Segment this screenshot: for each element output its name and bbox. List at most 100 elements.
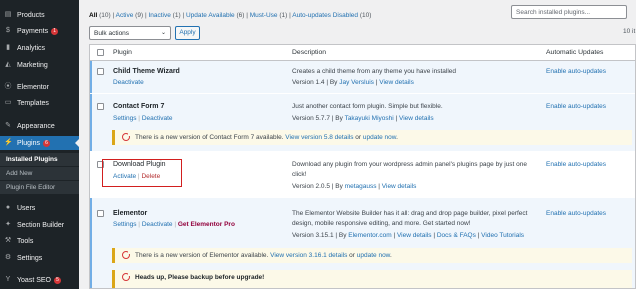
section-builder-icon: ✦ — [5, 221, 11, 228]
enable-auto-updates-link[interactable]: Enable auto-updates — [546, 210, 606, 217]
highlight-box — [102, 159, 182, 187]
row-actions: Deactivate — [113, 79, 144, 86]
plugin-name: Child Theme Wizard — [113, 68, 180, 75]
plugin-description: Just another contact form plugin. Simple… — [292, 103, 443, 110]
column-automatic-updates: Automatic Updates — [546, 49, 604, 56]
plugin-name: Elementor — [113, 210, 148, 217]
submenu-installed-plugins[interactable]: Installed Plugins — [0, 153, 79, 166]
sidebar-item-settings[interactable]: ⚙ Settings — [0, 251, 79, 265]
plugin-version: Version 2.0.5 | By metagauss | View deta… — [292, 183, 417, 190]
view-details-link[interactable]: View details — [399, 115, 434, 122]
enable-auto-updates-link[interactable]: Enable auto-updates — [546, 103, 606, 110]
search-input[interactable]: Search installed plugins... — [511, 5, 627, 19]
plugins-icon: ⚡ — [4, 139, 13, 146]
submenu-plugin-file-editor[interactable]: Plugin File Editor — [0, 181, 79, 194]
sidebar-item-plugins[interactable]: ⚡ Plugins 6 — [0, 136, 79, 150]
deactivate-link[interactable]: Deactivate — [142, 115, 173, 122]
view-details-link[interactable]: View details — [397, 232, 432, 239]
filter-inactive[interactable]: Inactive — [148, 12, 170, 19]
analytics-icon: ▮ — [6, 44, 10, 51]
row-checkbox[interactable] — [97, 103, 104, 110]
update-notice: There is a new version of Contact Form 7… — [112, 130, 632, 145]
sidebar-item-section-builder[interactable]: ✦ Section Builder — [0, 218, 79, 232]
marketing-icon: ◭ — [5, 61, 11, 68]
filter-auto-updates-disabled[interactable]: Auto-updates Disabled — [292, 12, 358, 19]
enable-auto-updates-link[interactable]: Enable auto-updates — [546, 161, 606, 168]
select-all-checkbox[interactable] — [97, 49, 104, 56]
update-badge: 5 — [54, 276, 61, 284]
get-elementor-pro-link[interactable]: Get Elementor Pro — [178, 221, 235, 228]
author-link[interactable]: Takayuki Miyoshi — [345, 115, 394, 122]
update-icon — [122, 133, 131, 141]
view-details-link[interactable]: View details — [382, 183, 417, 190]
templates-icon: ▭ — [4, 99, 12, 106]
docs-faqs-link[interactable]: Docs & FAQs — [437, 232, 476, 239]
bulk-actions-select[interactable]: Bulk actions ⌄ — [89, 26, 171, 40]
sidebar-item-elementor[interactable]: ⦿ Elementor — [0, 80, 79, 94]
update-icon — [122, 273, 131, 281]
appearance-icon: ✎ — [5, 122, 11, 129]
sidebar-item-yoast-seo[interactable]: Y Yoast SEO 5 — [0, 273, 79, 287]
current-menu-arrow — [75, 139, 79, 147]
plugin-version: Version 5.7.7 | By Takayuki Miyoshi | Vi… — [292, 115, 434, 122]
update-now-link[interactable]: update now — [357, 252, 390, 259]
plugin-description: The Elementor Website Builder has it all… — [292, 210, 528, 227]
upgrade-warning-notice: Heads up, Please backup before upgrade! — [112, 270, 632, 288]
view-version-details-link[interactable]: View version 3.16.1 details — [270, 252, 347, 259]
plugin-name: Contact Form 7 — [113, 103, 165, 110]
tools-icon: ⚒ — [4, 237, 12, 244]
sidebar-item-users[interactable]: ● Users — [0, 201, 79, 215]
update-icon — [122, 251, 131, 259]
plugin-row-child-theme-wizard: Child Theme Wizard Deactivate Creates a … — [90, 61, 635, 93]
row-actions: Settings | Deactivate | Get Elementor Pr… — [113, 221, 235, 228]
author-link[interactable]: metagauss — [345, 183, 377, 190]
author-link[interactable]: Jay Versluis — [339, 79, 374, 86]
view-version-details-link[interactable]: View version 5.8 details — [285, 134, 353, 141]
row-checkbox[interactable] — [97, 210, 104, 217]
plugin-row-elementor: Elementor Settings | Deactivate | Get El… — [90, 198, 635, 288]
update-now-link[interactable]: update now — [363, 134, 396, 141]
filter-active[interactable]: Active — [116, 12, 134, 19]
payments-icon: $ — [6, 27, 10, 34]
submenu-add-new[interactable]: Add New — [0, 167, 79, 180]
plugin-status-filters: All (10) | Active (9) | Inactive (1) | U… — [89, 12, 372, 19]
plugin-version: Version 3.15.1 | By Elementor.com | View… — [292, 232, 525, 239]
filter-update-available[interactable]: Update Available — [186, 12, 235, 19]
elementor-icon: ⦿ — [4, 83, 12, 90]
sidebar-item-products[interactable]: ▤ Products — [0, 8, 79, 22]
table-header: Plugin Description Automatic Updates — [90, 45, 635, 61]
plugin-version: Version 1.4 | By Jay Versluis | View det… — [292, 79, 414, 86]
view-details-link[interactable]: View details — [379, 79, 414, 86]
row-checkbox[interactable] — [97, 68, 104, 75]
apply-button[interactable]: Apply — [175, 26, 200, 40]
filter-all[interactable]: All — [89, 12, 97, 19]
users-icon: ● — [5, 204, 11, 211]
sidebar-item-marketing[interactable]: ◭ Marketing — [0, 58, 79, 72]
plugin-description: Creates a child theme from any theme you… — [292, 68, 457, 75]
settings-link[interactable]: Settings — [113, 221, 137, 228]
plugin-row-contact-form-7: Contact Form 7 Settings | Deactivate Jus… — [90, 94, 635, 151]
sidebar-item-tools[interactable]: ⚒ Tools — [0, 234, 79, 248]
column-description: Description — [292, 49, 326, 56]
yoast-icon: Y — [5, 276, 11, 283]
video-tutorials-link[interactable]: Video Tutorials — [481, 232, 524, 239]
settings-link[interactable]: Settings — [113, 115, 137, 122]
update-badge: 1 — [51, 27, 59, 35]
update-badge: 6 — [42, 139, 50, 147]
author-link[interactable]: Elementor.com — [348, 232, 391, 239]
enable-auto-updates-link[interactable]: Enable auto-updates — [546, 68, 606, 75]
sidebar-item-appearance[interactable]: ✎ Appearance — [0, 119, 79, 133]
products-icon: ▤ — [4, 11, 12, 18]
sidebar-item-templates[interactable]: ▭ Templates — [0, 96, 79, 110]
update-notice: There is a new version of Elementor avai… — [112, 248, 632, 263]
settings-icon: ⚙ — [4, 254, 12, 261]
sidebar-item-analytics[interactable]: ▮ Analytics — [0, 41, 79, 55]
sidebar-item-payments[interactable]: $ Payments 1 — [0, 24, 79, 38]
deactivate-link[interactable]: Deactivate — [142, 221, 173, 228]
plugin-description: Download any plugin from your wordpress … — [292, 161, 528, 178]
column-plugin: Plugin — [113, 49, 132, 56]
row-actions: Settings | Deactivate — [113, 115, 173, 122]
filter-must-use[interactable]: Must-Use — [250, 12, 278, 19]
deactivate-link[interactable]: Deactivate — [113, 79, 144, 86]
chevron-down-icon: ⌄ — [160, 30, 166, 36]
